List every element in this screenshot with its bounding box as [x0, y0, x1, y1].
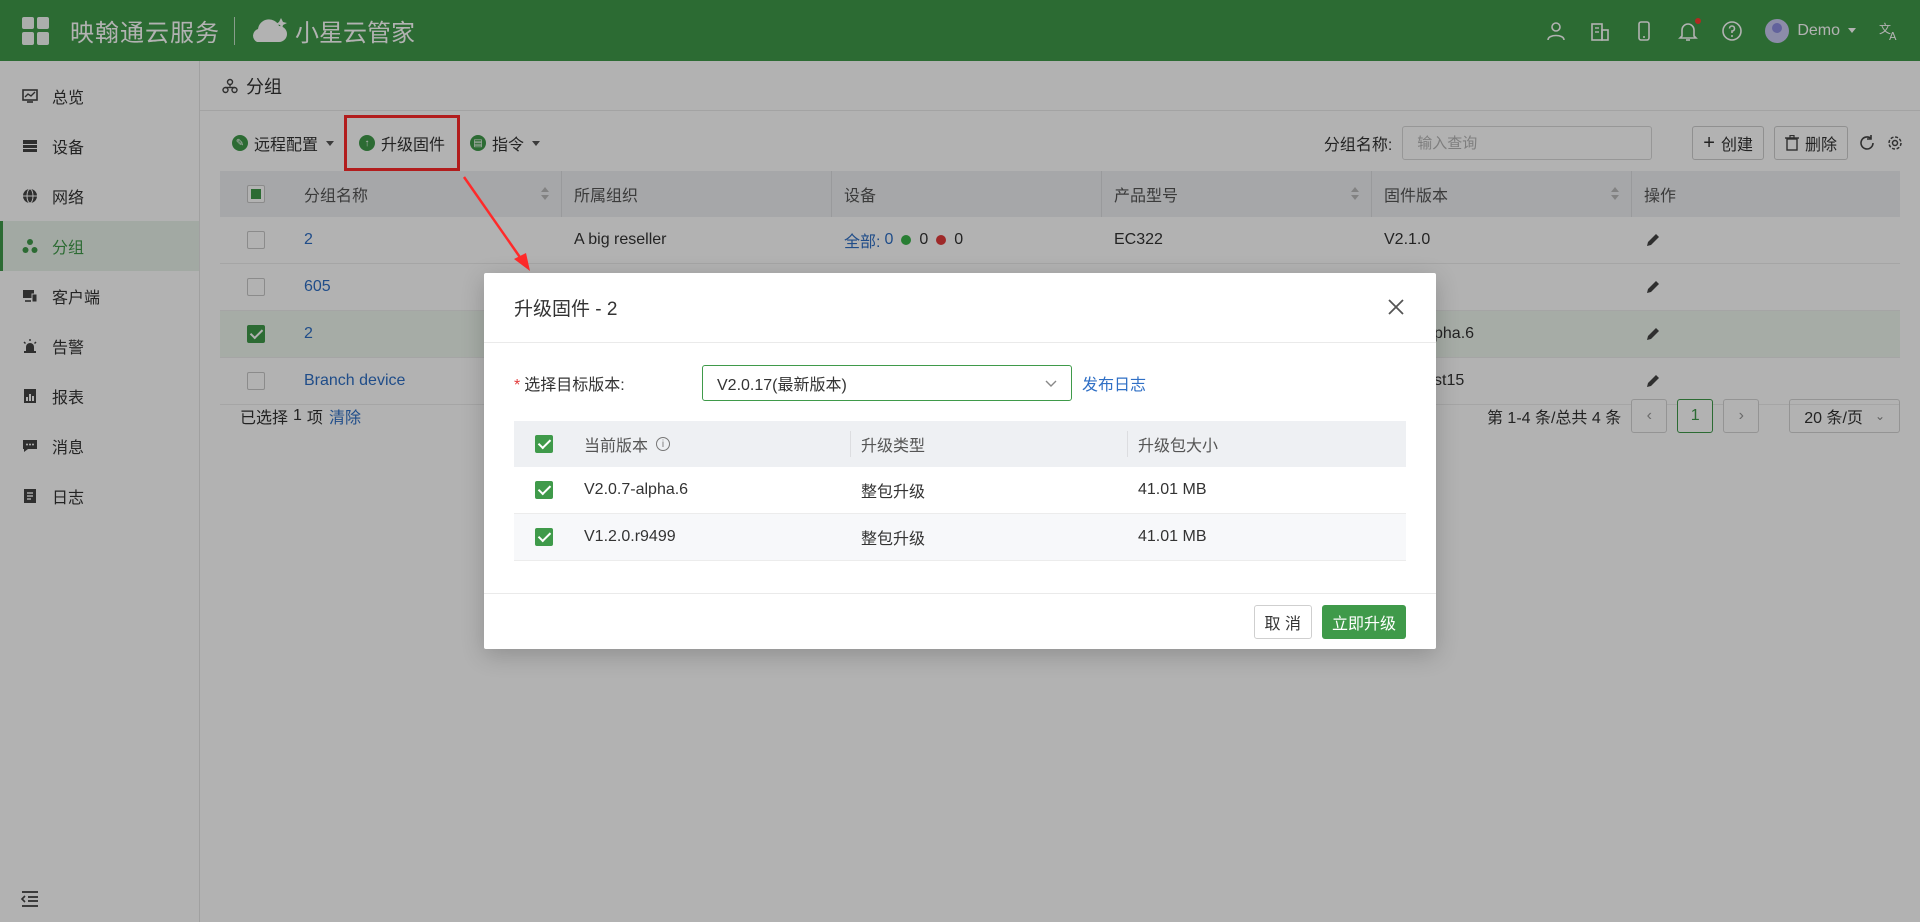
close-icon[interactable] — [1386, 297, 1406, 317]
target-version-row: * 选择目标版本: V2.0.17(最新版本) 发布日志 — [514, 363, 1406, 403]
column-header-label: 升级包大小 — [1138, 438, 1219, 455]
column-header: 升级包大小 — [1128, 421, 1406, 467]
row-checkbox-cell — [514, 528, 574, 546]
table-row[interactable]: V1.2.0.r9499 整包升级 41.01 MB — [514, 514, 1406, 561]
required-mark: * — [514, 377, 521, 394]
column-header: 升级类型 — [851, 431, 1128, 457]
target-version-label: 选择目标版本: — [524, 377, 625, 394]
cancel-button[interactable]: 取 消 — [1253, 604, 1312, 639]
dialog-footer: 取 消 立即升级 — [484, 593, 1436, 649]
info-icon[interactable]: i — [656, 437, 671, 451]
column-header-label: 升级类型 — [861, 438, 926, 455]
size-cell: 41.01 MB — [1128, 514, 1406, 560]
upgrade-firmware-dialog: 升级固件 - 2 * 选择目标版本: V2.0.17(最新版本) 发布日志 当前版… — [484, 273, 1436, 649]
dialog-header: 升级固件 - 2 — [484, 273, 1436, 343]
column-header-label: 当前版本 — [584, 438, 649, 455]
type-cell: 整包升级 — [851, 467, 1128, 513]
chevron-down-icon — [1045, 380, 1057, 387]
table-row[interactable]: V2.0.7-alpha.6 整包升级 41.01 MB — [514, 467, 1406, 514]
target-version-value: V2.0.17(最新版本) — [717, 377, 847, 394]
annotation-arrow-icon — [462, 176, 530, 271]
dialog-title: 升级固件 - 2 — [514, 299, 618, 320]
row-checkbox[interactable] — [535, 481, 553, 499]
type-text: 整包升级 — [861, 484, 926, 501]
target-version-select[interactable]: V2.0.17(最新版本) — [702, 365, 1072, 401]
version-text: V1.2.0.r9499 — [584, 528, 676, 545]
select-all-cell — [514, 435, 574, 453]
row-checkbox-cell — [514, 481, 574, 499]
version-text: V2.0.7-alpha.6 — [584, 481, 689, 498]
release-log-link[interactable]: 发布日志 — [1082, 371, 1146, 395]
version-cell: V1.2.0.r9499 — [574, 514, 851, 560]
type-text: 整包升级 — [861, 531, 926, 548]
column-header: 当前版本 i — [574, 431, 851, 457]
size-text: 41.01 MB — [1138, 528, 1207, 545]
size-text: 41.01 MB — [1138, 481, 1207, 498]
type-cell: 整包升级 — [851, 514, 1128, 560]
select-all-checkbox[interactable] — [535, 435, 553, 453]
table-header: 当前版本 i 升级类型 升级包大小 — [514, 421, 1406, 467]
target-version-label-wrap: * 选择目标版本: — [514, 371, 702, 395]
row-checkbox[interactable] — [535, 528, 553, 546]
size-cell: 41.01 MB — [1128, 467, 1406, 513]
dialog-body: * 选择目标版本: V2.0.17(最新版本) 发布日志 当前版本 i 升级类型 升… — [484, 343, 1436, 561]
firmware-version-table: 当前版本 i 升级类型 升级包大小 V2.0.7-alpha.6 整包升级 41.… — [514, 421, 1406, 561]
version-cell: V2.0.7-alpha.6 — [574, 467, 851, 513]
upgrade-now-button[interactable]: 立即升级 — [1321, 604, 1406, 639]
